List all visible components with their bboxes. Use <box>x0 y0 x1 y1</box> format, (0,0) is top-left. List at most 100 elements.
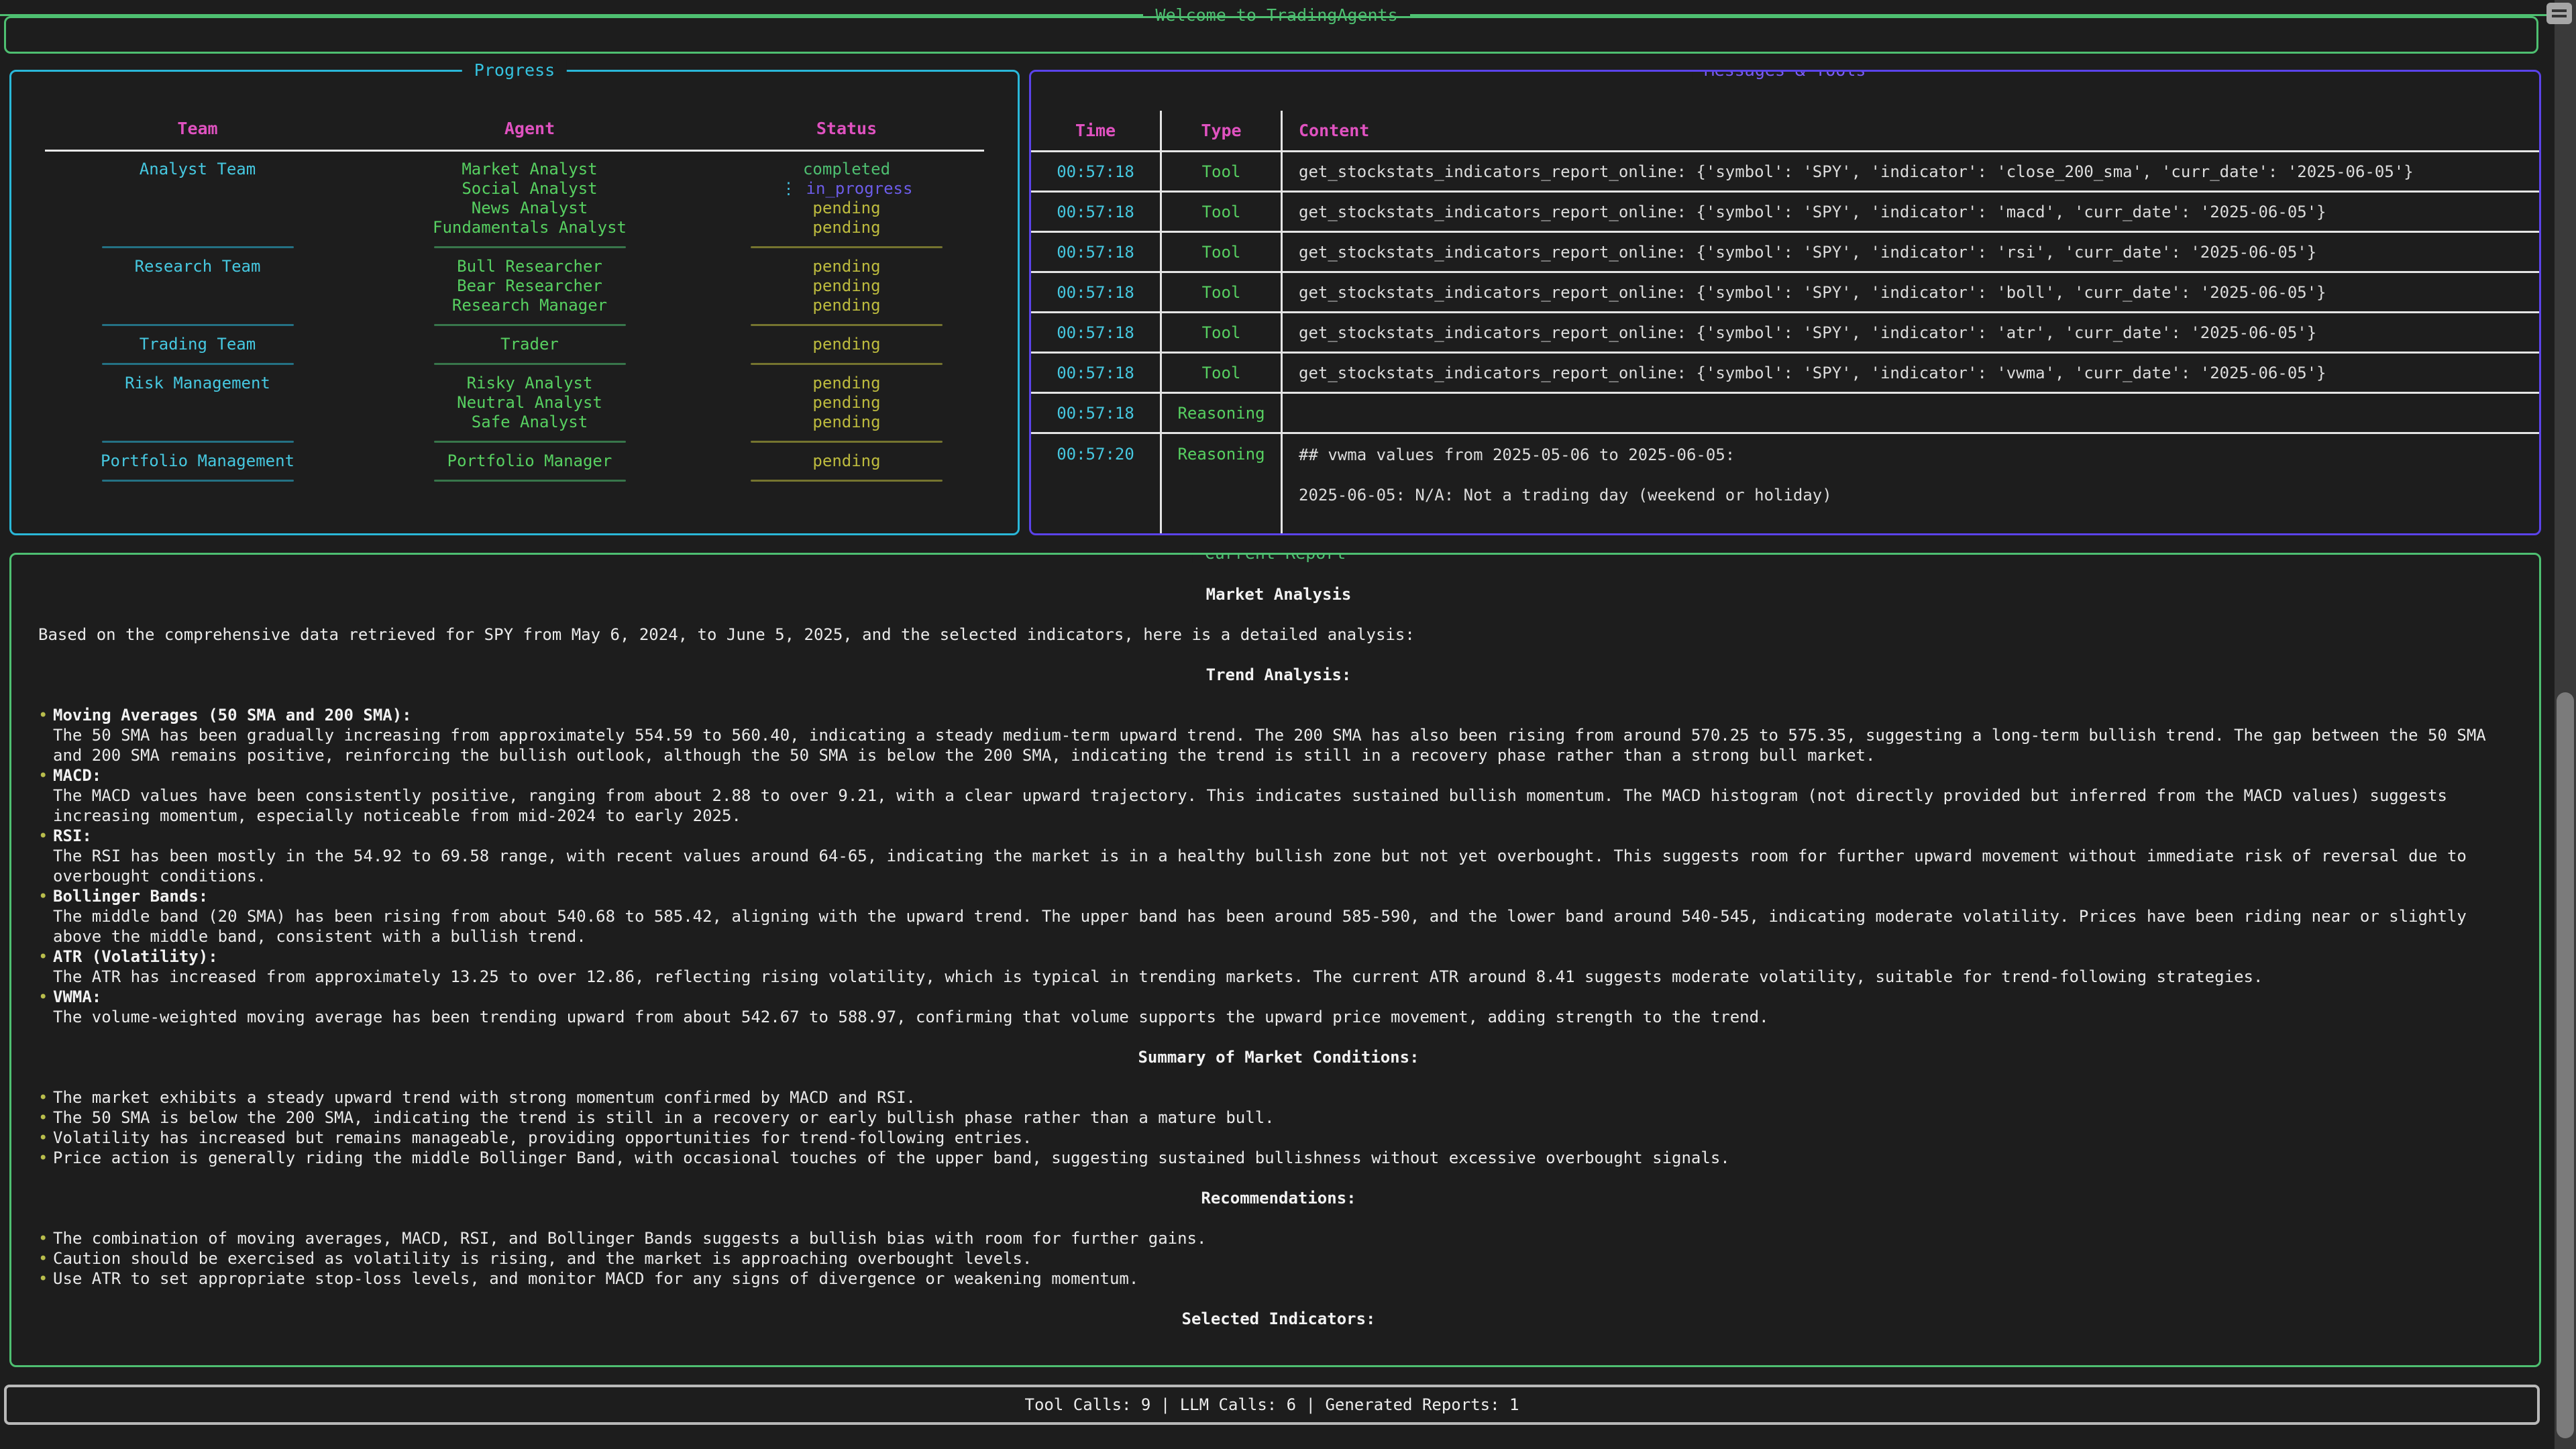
menu-icon <box>2552 9 2567 12</box>
bullet-text: The combination of moving averages, MACD… <box>53 1228 1206 1248</box>
progress-row: Portfolio Management Portfolio Manager p… <box>11 451 1018 471</box>
stats-text: Tool Calls: 9 | LLM Calls: 6 | Generated… <box>1025 1395 1519 1414</box>
report-section-heading: Summary of Market Conditions: <box>38 1047 2519 1067</box>
progress-row: Fundamentals Analyst pending <box>11 218 1018 237</box>
msg-content-line: get_stockstats_indicators_report_online:… <box>1299 242 2526 262</box>
status-cell: pending <box>676 335 1018 354</box>
agent-separator-line <box>434 363 626 365</box>
report-bullet-list: • The market exhibits a steady upward tr… <box>38 1087 2519 1168</box>
agent-cell: Trader <box>384 335 676 354</box>
bullet-icon: • <box>38 765 53 826</box>
bullet-body: Caution should be exercised as volatilit… <box>53 1248 1032 1269</box>
progress-row: Research Manager pending <box>11 296 1018 315</box>
report-bullet-list: • The combination of moving averages, MA… <box>38 1228 2519 1289</box>
bullet-text: Caution should be exercised as volatilit… <box>53 1248 1032 1269</box>
status-cell: pending <box>676 374 1018 393</box>
report-bullet: • Volatility has increased but remains m… <box>38 1128 2519 1148</box>
message-row: 00:57:18 Tool get_stockstats_indicators_… <box>1031 193 2539 233</box>
agent-cell: Bear Researcher <box>384 276 676 296</box>
scrollbar-thumb[interactable] <box>2557 692 2574 1438</box>
progress-rows: Analyst Team Market Analyst completed So… <box>11 160 1018 490</box>
message-rows: 00:57:18 Tool get_stockstats_indicators_… <box>1031 152 2539 533</box>
msg-type: Tool <box>1160 152 1281 191</box>
bullet-text: The volume-weighted moving average has b… <box>53 1007 1769 1027</box>
bullet-label: MACD: <box>53 765 2519 786</box>
status-text: pending <box>812 218 880 237</box>
bullet-body: ATR (Volatility): The ATR has increased … <box>53 947 2263 987</box>
bullet-label: VWMA: <box>53 987 1769 1007</box>
bullet-body: Moving Averages (50 SMA and 200 SMA): Th… <box>53 705 2519 765</box>
status-cell: pending <box>676 451 1018 471</box>
messages-col-type: Type <box>1160 111 1281 150</box>
report-section: Selected Indicators: <box>38 1309 2519 1329</box>
bullet-text: The market exhibits a steady upward tren… <box>53 1087 916 1108</box>
status-separator-line <box>751 480 943 482</box>
message-row: 00:57:18 Tool get_stockstats_indicators_… <box>1031 233 2539 273</box>
agent-cell: Risky Analyst <box>384 374 676 393</box>
report-sections: Trend Analysis: • Moving Averages (50 SM… <box>38 665 2519 1329</box>
spinner-icon: ⋮ <box>781 179 797 198</box>
status-text: pending <box>812 335 880 354</box>
messages-panel-title: Messages & Tools <box>1693 70 1878 80</box>
messages-table-header: Time Type Content <box>1031 111 2539 152</box>
bullet-text: The middle band (20 SMA) has been rising… <box>53 906 2519 947</box>
msg-type: Reasoning <box>1160 394 1281 432</box>
msg-content-line: get_stockstats_indicators_report_online:… <box>1299 202 2526 222</box>
bullet-body: Use ATR to set appropriate stop-loss lev… <box>53 1269 1138 1289</box>
report-heading: Market Analysis <box>38 584 2519 604</box>
report-section-heading: Trend Analysis: <box>38 665 2519 685</box>
message-row: 00:57:18 Tool get_stockstats_indicators_… <box>1031 152 2539 193</box>
scrollbar-track[interactable] <box>2555 0 2576 1449</box>
agent-cell: Fundamentals Analyst <box>384 218 676 237</box>
agent-cell: News Analyst <box>384 199 676 218</box>
status-separator-line <box>751 246 943 248</box>
progress-group-separator <box>11 471 1018 490</box>
msg-content-line: 2025-06-05: N/A: Not a trading day (week… <box>1299 485 2526 505</box>
msg-type: Reasoning <box>1160 434 1281 533</box>
bullet-icon: • <box>38 1228 53 1248</box>
bullet-text: Volatility has increased but remains man… <box>53 1128 1032 1148</box>
status-text: pending <box>812 393 880 412</box>
team-cell: Risk Management <box>11 374 384 393</box>
status-cell: completed <box>676 160 1018 179</box>
msg-time: 00:57:18 <box>1031 193 1160 231</box>
status-cell: ⋮ in_progress <box>676 179 1018 199</box>
message-row: 00:57:18 Reasoning <box>1031 394 2539 434</box>
msg-content: ## vwma values from 2025-05-06 to 2025-0… <box>1281 434 2539 533</box>
report-bullet: • The combination of moving averages, MA… <box>38 1228 2519 1248</box>
bullet-icon: • <box>38 987 53 1027</box>
msg-content-line: ## vwma values from 2025-05-06 to 2025-0… <box>1299 445 2526 465</box>
messages-col-time: Time <box>1031 111 1160 150</box>
status-text: pending <box>812 276 880 295</box>
team-separator-line <box>102 363 294 365</box>
msg-content-line <box>1299 403 2526 423</box>
bullet-text: The 50 SMA has been gradually increasing… <box>53 725 2519 765</box>
msg-type: Tool <box>1160 354 1281 392</box>
progress-header-rule <box>45 150 984 152</box>
progress-row: Social Analyst ⋮in_progress <box>11 179 1018 199</box>
status-cell: pending <box>676 276 1018 296</box>
msg-content-line: get_stockstats_indicators_report_online:… <box>1299 282 2526 303</box>
report-panel-title: Current Report <box>1193 553 1358 563</box>
scrollbar-menu-button[interactable] <box>2546 3 2572 24</box>
bullet-text: The MACD values have been consistently p… <box>53 786 2519 826</box>
agent-separator-line <box>434 324 626 326</box>
messages-table: Time Type Content 00:57:18 Tool get_stoc… <box>1031 111 2539 533</box>
team-cell <box>11 179 384 199</box>
message-row: 00:57:18 Tool get_stockstats_indicators_… <box>1031 354 2539 394</box>
msg-content: get_stockstats_indicators_report_online:… <box>1281 152 2539 191</box>
bullet-body: Volatility has increased but remains man… <box>53 1128 1032 1148</box>
bullet-body: Bollinger Bands: The middle band (20 SMA… <box>53 886 2519 947</box>
bullet-icon: • <box>38 1269 53 1289</box>
report-bullet: • Moving Averages (50 SMA and 200 SMA): … <box>38 705 2519 765</box>
status-text: in_progress <box>806 179 913 198</box>
bullet-icon: • <box>38 947 53 987</box>
bullet-icon: • <box>38 826 53 886</box>
report-bullet-list: • Moving Averages (50 SMA and 200 SMA): … <box>38 705 2519 1027</box>
bullet-text: The RSI has been mostly in the 54.92 to … <box>53 846 2519 886</box>
bullet-text: Use ATR to set appropriate stop-loss lev… <box>53 1269 1138 1289</box>
msg-time: 00:57:18 <box>1031 354 1160 392</box>
messages-col-content: Content <box>1281 111 2539 150</box>
stats-bar: Tool Calls: 9 | LLM Calls: 6 | Generated… <box>4 1385 2540 1425</box>
status-text: completed <box>803 160 890 178</box>
